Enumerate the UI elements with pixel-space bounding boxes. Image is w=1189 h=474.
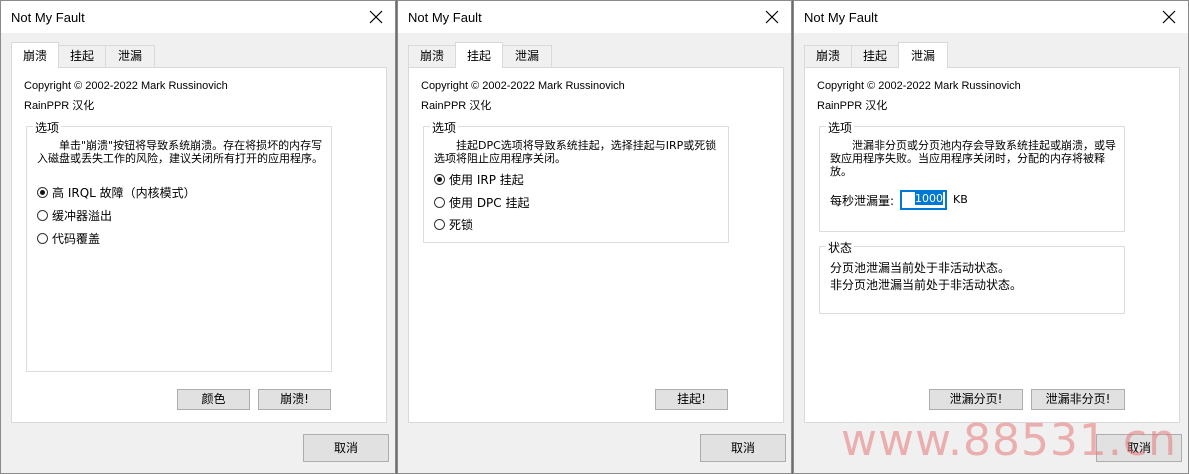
radio-unchecked-icon [37,232,48,244]
color-button[interactable]: 颜色 [177,389,250,410]
copyright-text: Copyright © 2002-2022 Mark Russinovich [817,80,1021,92]
hang-window: Not My Fault 崩溃 挂起 泄漏 Copyright © 2002-2… [397,0,792,474]
description-text: 泄漏非分页或分页池内存会导致系统挂起或崩溃，或导致应用程序失败。当应用程序关闭时… [830,139,1116,178]
leak-rate-unit: KB [953,193,968,206]
tab-hang[interactable]: 挂起 [455,42,503,68]
window-title: Not My Fault [804,10,878,25]
group-label: 选项 [826,119,855,136]
tab-hang[interactable]: 挂起 [58,45,106,68]
leak-rate-value: 1000 [915,192,943,205]
radio-label: 缓冲器溢出 [52,208,113,223]
window-title: Not My Fault [408,10,482,25]
radio-unchecked-icon [434,196,445,208]
group-label: 选项 [33,119,62,136]
paged-status-text: 分页池泄漏当前处于非活动状态。 [830,261,1011,275]
radio-irp-hang[interactable]: 使用 IRP 挂起 [434,171,524,187]
credit-text: RainPPR 汉化 [817,100,888,112]
radio-label: 代码覆盖 [52,231,101,246]
tab-crash[interactable]: 崩溃 [408,45,456,68]
description-text: 单击"崩溃"按钮将导致系统崩溃。存在将损坏的内存写入磁盘或丢失工作的风险，建议关… [37,139,323,165]
leak-nonpaged-button[interactable]: 泄漏非分页! [1031,389,1125,410]
status-group: 状态 分页池泄漏当前处于非活动状态。 非分页池泄漏当前处于非活动状态。 [819,239,1125,314]
title-bar: Not My Fault [1,1,395,33]
tab-crash[interactable]: 崩溃 [11,42,59,68]
radio-high-irql[interactable]: 高 IRQL 故障（内核模式） [37,184,196,200]
copyright-text: Copyright © 2002-2022 Mark Russinovich [24,80,228,92]
options-group: 选项 单击"崩溃"按钮将导致系统崩溃。存在将损坏的内存写入磁盘或丢失工作的风险，… [26,119,332,372]
radio-dpc-hang[interactable]: 使用 DPC 挂起 [434,194,530,210]
group-label: 选项 [430,119,459,136]
tab-crash[interactable]: 崩溃 [804,45,852,68]
credit-text: RainPPR 汉化 [24,100,95,112]
close-icon[interactable] [365,6,387,28]
credit-text: RainPPR 汉化 [421,100,492,112]
crash-button[interactable]: 崩溃! [258,389,331,410]
radio-label: 使用 DPC 挂起 [449,195,530,210]
title-bar: Not My Fault [794,1,1188,33]
tab-panel: Copyright © 2002-2022 Mark Russinovich R… [408,67,784,423]
leak-rate-label: 每秒泄漏量: [830,194,895,208]
cancel-button[interactable]: 取消 [700,434,786,462]
radio-label: 使用 IRP 挂起 [449,172,524,187]
close-icon[interactable] [1158,6,1180,28]
watermark-text: www.88531.cn [841,415,1177,466]
radio-unchecked-icon [37,209,48,221]
description-text: 挂起DPC选项将导致系统挂起，选择挂起与IRP或死锁选项将阻止应用程序关闭。 [434,139,717,165]
radio-deadlock[interactable]: 死锁 [434,216,473,232]
title-bar: Not My Fault [398,1,791,33]
radio-checked-icon [37,186,48,198]
tab-leak[interactable]: 泄漏 [898,42,948,68]
close-icon[interactable] [761,6,783,28]
radio-checked-icon [434,173,445,185]
options-group: 选项 挂起DPC选项将导致系统挂起，选择挂起与IRP或死锁选项将阻止应用程序关闭… [423,119,729,243]
crash-window: Not My Fault 崩溃 挂起 泄漏 Copyright © 2002-2… [0,0,396,474]
window-title: Not My Fault [11,10,85,25]
tab-leak[interactable]: 泄漏 [105,45,155,68]
radio-unchecked-icon [434,218,445,230]
tab-panel: Copyright © 2002-2022 Mark Russinovich R… [11,67,387,423]
leak-window: Not My Fault 崩溃 挂起 泄漏 Copyright © 2002-2… [793,0,1189,474]
tab-leak[interactable]: 泄漏 [502,45,552,68]
radio-label: 高 IRQL 故障（内核模式） [52,185,196,200]
copyright-text: Copyright © 2002-2022 Mark Russinovich [421,80,625,92]
options-group: 选项 泄漏非分页或分页池内存会导致系统挂起或崩溃，或导致应用程序失败。当应用程序… [819,119,1125,232]
radio-code-overwrite[interactable]: 代码覆盖 [37,230,100,246]
radio-buffer-overflow[interactable]: 缓冲器溢出 [37,207,112,223]
status-group-label: 状态 [826,239,855,256]
tab-hang[interactable]: 挂起 [851,45,899,68]
leak-paged-button[interactable]: 泄漏分页! [929,389,1023,410]
cancel-button[interactable]: 取消 [303,434,389,462]
tab-panel: Copyright © 2002-2022 Mark Russinovich R… [804,67,1180,423]
leak-rate-input[interactable]: 1000 [900,190,947,210]
nonpaged-status-text: 非分页池泄漏当前处于非活动状态。 [830,278,1023,292]
radio-label: 死锁 [449,217,474,232]
hang-button[interactable]: 挂起! [655,389,728,410]
